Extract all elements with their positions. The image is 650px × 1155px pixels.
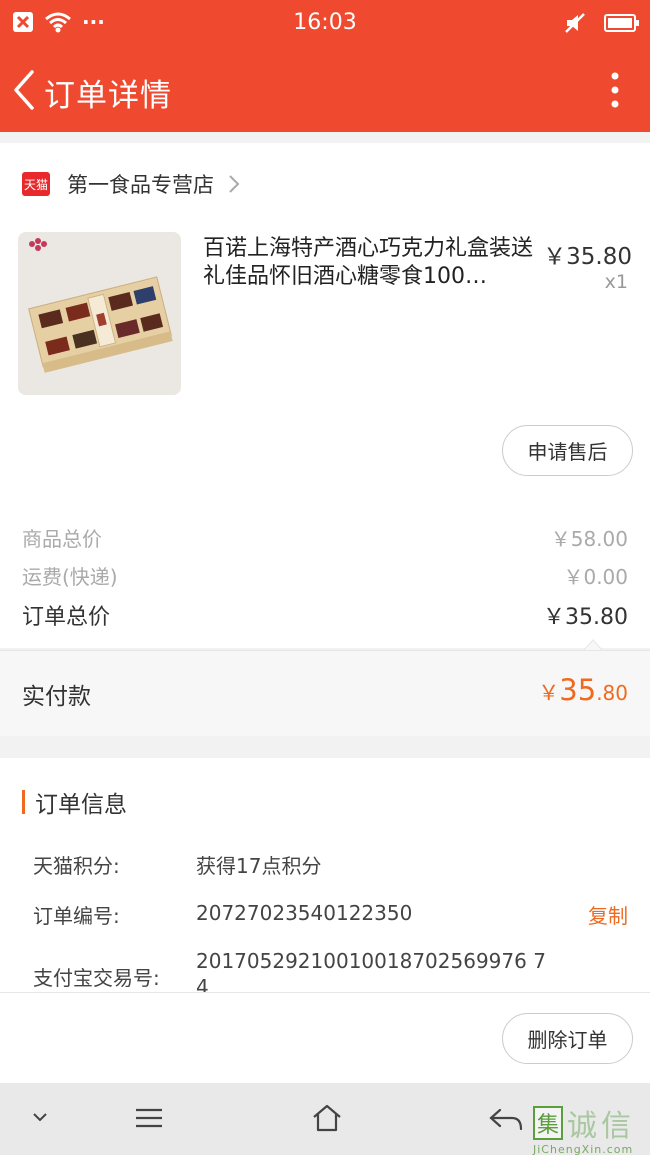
goods-total-value: ￥58.00 (550, 527, 628, 551)
product-title[interactable]: 百诺上海特产酒心巧克力礼盒装送礼佳品怀旧酒心糖零食100… (203, 235, 538, 291)
product-price: ￥35.80 (543, 244, 632, 270)
points-label: 天猫积分: (33, 854, 120, 878)
battery-icon (604, 14, 639, 32)
actual-payment-label: 实付款 (22, 684, 91, 710)
home-icon[interactable] (311, 1103, 343, 1133)
alipay-trade-no-label: 支付宝交易号: (33, 966, 160, 990)
store-link[interactable]: 天猫 第一食品专营店 (22, 169, 240, 199)
delete-order-button[interactable]: 删除订单 (502, 1013, 633, 1064)
amount-integer: 35 (559, 673, 597, 707)
watermark-char-2: 诚 (567, 1109, 597, 1144)
order-total-label: 订单总价 (22, 605, 111, 630)
chevron-right-icon (229, 175, 240, 193)
product-image[interactable] (18, 232, 181, 395)
order-info-header: 订单信息 (22, 785, 127, 819)
status-right-icons (564, 12, 640, 34)
back-icon[interactable] (8, 68, 44, 112)
shipping-label: 运费(快递) (22, 565, 118, 589)
order-info-title: 订单信息 (35, 792, 127, 818)
order-product-card: 天猫 第一食品专营店 百诺上海特产酒心巧克力礼盒装送礼佳品怀旧酒心糖零食100…… (0, 143, 650, 648)
points-value: 获得17点积分 (196, 854, 322, 878)
alipay-trade-no-value: 20170529210010018702569976 74 (196, 949, 546, 992)
apply-aftersale-button[interactable]: 申请售后 (502, 425, 633, 476)
status-time: 16:03 (293, 10, 357, 35)
shipping-row: 运费(快递) ￥0.00 (22, 561, 628, 590)
copy-order-number-button[interactable]: 复制 (588, 900, 628, 929)
watermark-char-3: 信 (601, 1109, 631, 1144)
shipping-value: ￥0.00 (563, 565, 628, 589)
bottom-action-bar: 删除订单 (0, 992, 650, 1083)
order-info-card: 订单信息 天猫积分: 获得17点积分 订单编号: 207270235401223… (0, 758, 650, 992)
status-bar: ··· 16:03 (0, 0, 650, 48)
product-quantity: x1 (604, 271, 628, 293)
order-total-row: 订单总价 ￥35.80 (22, 599, 628, 631)
order-total-value: ￥35.80 (543, 605, 628, 630)
top-nav-bar: 订单详情 (0, 48, 650, 132)
mute-icon (565, 13, 585, 33)
watermark-logo: 集 诚 信 JiChengXin.com (533, 1101, 633, 1155)
watermark-char-1: 集 (533, 1106, 563, 1140)
goods-total-label: 商品总价 (22, 527, 102, 551)
order-number-value: 20727023540122350 (196, 901, 413, 925)
menu-icon[interactable] (134, 1107, 164, 1129)
more-options-icon[interactable] (610, 70, 620, 110)
back-arrow-icon[interactable] (488, 1107, 524, 1131)
hide-keyboard-icon[interactable] (32, 1111, 48, 1123)
page-title: 订单详情 (44, 78, 172, 114)
amount-decimal: .80 (596, 681, 628, 705)
actual-payment-row: 实付款 ￥35.80 (0, 650, 650, 736)
order-number-label: 订单编号: (33, 904, 120, 928)
currency-symbol: ￥ (538, 681, 560, 705)
tmall-badge: 天猫 (22, 172, 50, 196)
chocolate-box-illustration (18, 232, 181, 395)
store-name: 第一食品专营店 (67, 173, 214, 197)
goods-total-row: 商品总价 ￥58.00 (22, 523, 628, 552)
actual-payment-amount: ￥35.80 (538, 673, 628, 707)
section-accent-bar (22, 790, 25, 814)
watermark-url: JiChengXin.com (533, 1143, 634, 1155)
